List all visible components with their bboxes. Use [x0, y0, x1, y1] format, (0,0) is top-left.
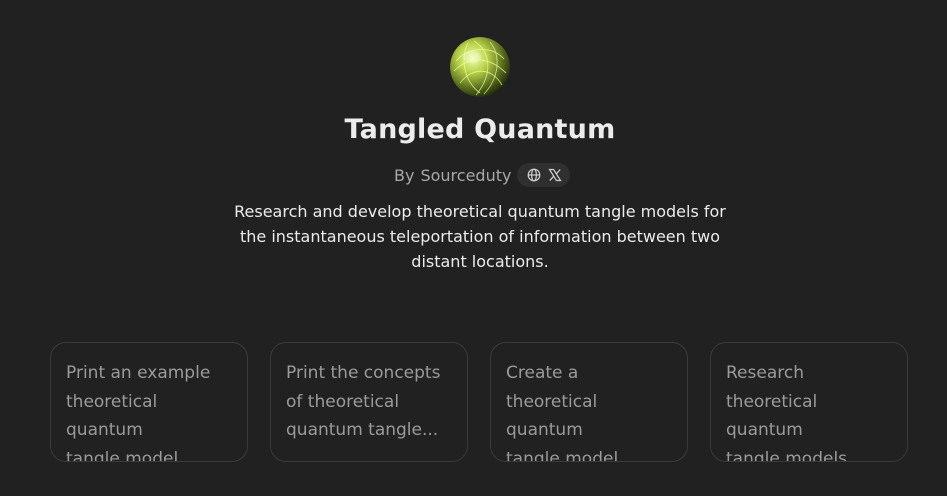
globe-icon[interactable] [526, 168, 541, 183]
gpt-intro-page: Tangled Quantum By Sourceduty Research a… [0, 0, 947, 496]
author-byline: By Sourceduty [394, 162, 571, 188]
gpt-description: Research and develop theoretical quantum… [234, 202, 726, 271]
conversation-starter-4[interactable]: Research theoretical quantum tangle mode… [710, 342, 908, 462]
author-name: Sourceduty [420, 165, 512, 185]
gpt-title: Tangled Quantum [344, 114, 616, 145]
starter-label: Create a theoretical quantum tangle mode… [506, 363, 624, 462]
starter-label: Research theoretical quantum tangle mode… [726, 363, 853, 462]
social-links [517, 163, 571, 187]
x-logo-icon[interactable] [547, 168, 562, 183]
gpt-avatar [450, 37, 510, 97]
starter-label: Print an example theoretical quantum tan… [66, 363, 211, 462]
conversation-starter-2[interactable]: Print the concepts of theoretical quantu… [270, 342, 468, 462]
conversation-starter-1[interactable]: Print an example theoretical quantum tan… [50, 342, 248, 462]
starter-label: Print the concepts of theoretical quantu… [286, 363, 441, 440]
author-prefix: By [394, 165, 415, 185]
conversation-starter-3[interactable]: Create a theoretical quantum tangle mode… [490, 342, 688, 462]
